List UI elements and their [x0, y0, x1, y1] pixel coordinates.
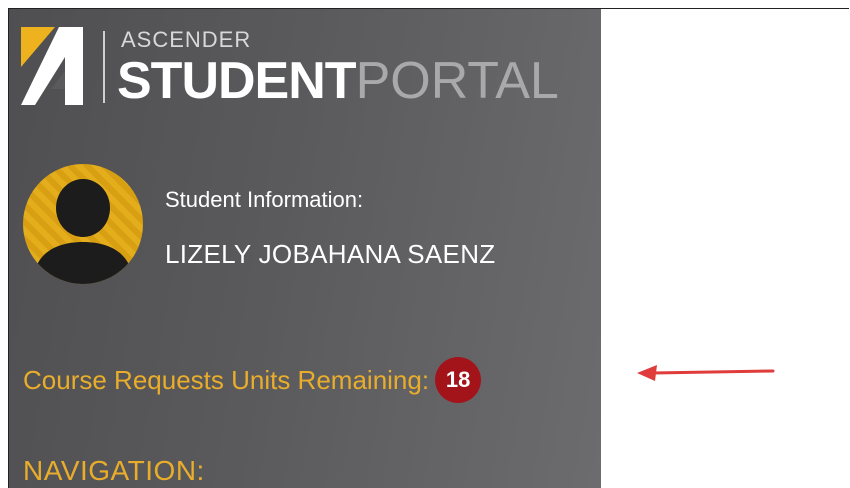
student-name: LIZELY JOBAHANA SAENZ [165, 239, 496, 269]
student-info-heading: Student Information: [165, 187, 364, 212]
navigation-heading: NAVIGATION: [23, 455, 205, 486]
logo-student-text: STUDENT [117, 52, 357, 110]
ascender-logo-icon [21, 27, 83, 105]
avatar[interactable] [23, 164, 143, 284]
logo-ascender-text: ASCENDER [121, 27, 252, 52]
course-requests-units-label: Course Requests Units Remaining: [23, 364, 430, 395]
annotation-arrow-icon [637, 365, 775, 381]
sidebar: ASCENDER STUDENTPORTAL Student Informati… [9, 9, 601, 488]
person-silhouette-icon [33, 179, 133, 284]
course-requests-units-row: Course Requests Units Remaining: 18 [23, 357, 482, 403]
logo-wordmark[interactable]: STUDENTPORTAL [117, 53, 559, 109]
logo-divider [103, 31, 105, 103]
units-remaining-badge: 18 [435, 357, 482, 403]
logo-portal-text: PORTAL [355, 52, 559, 110]
screenshot-frame: ASCENDER STUDENTPORTAL Student Informati… [8, 8, 849, 488]
